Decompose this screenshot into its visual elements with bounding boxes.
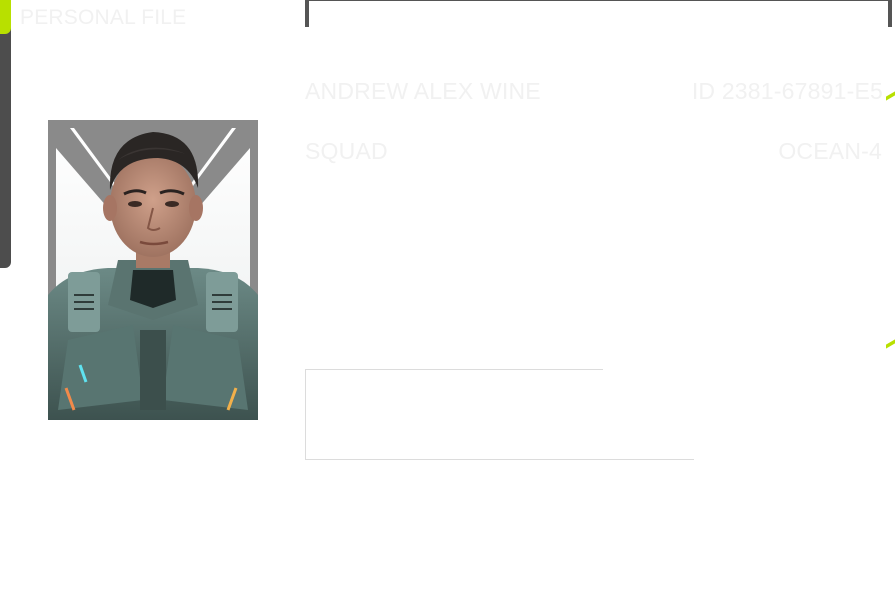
accent-mark [886, 91, 895, 101]
avatar [48, 120, 258, 420]
page-title: PERSONAL FILE [20, 6, 187, 29]
panel-tick-right [888, 0, 892, 27]
panel-top-border [308, 0, 891, 1]
side-bar [0, 0, 11, 268]
accent-mark [886, 339, 895, 349]
profile-id: ID 2381-67891-E5 [691, 78, 883, 104]
side-bar-accent [0, 0, 11, 34]
squad-value: OCEAN-4 [778, 138, 882, 164]
profile-name: ANDREW ALEX WINE [305, 78, 541, 104]
info-box [305, 369, 694, 460]
panel-tick-left [305, 0, 309, 27]
person-portrait-icon [48, 120, 258, 420]
squad-label: SQUAD [305, 138, 388, 164]
